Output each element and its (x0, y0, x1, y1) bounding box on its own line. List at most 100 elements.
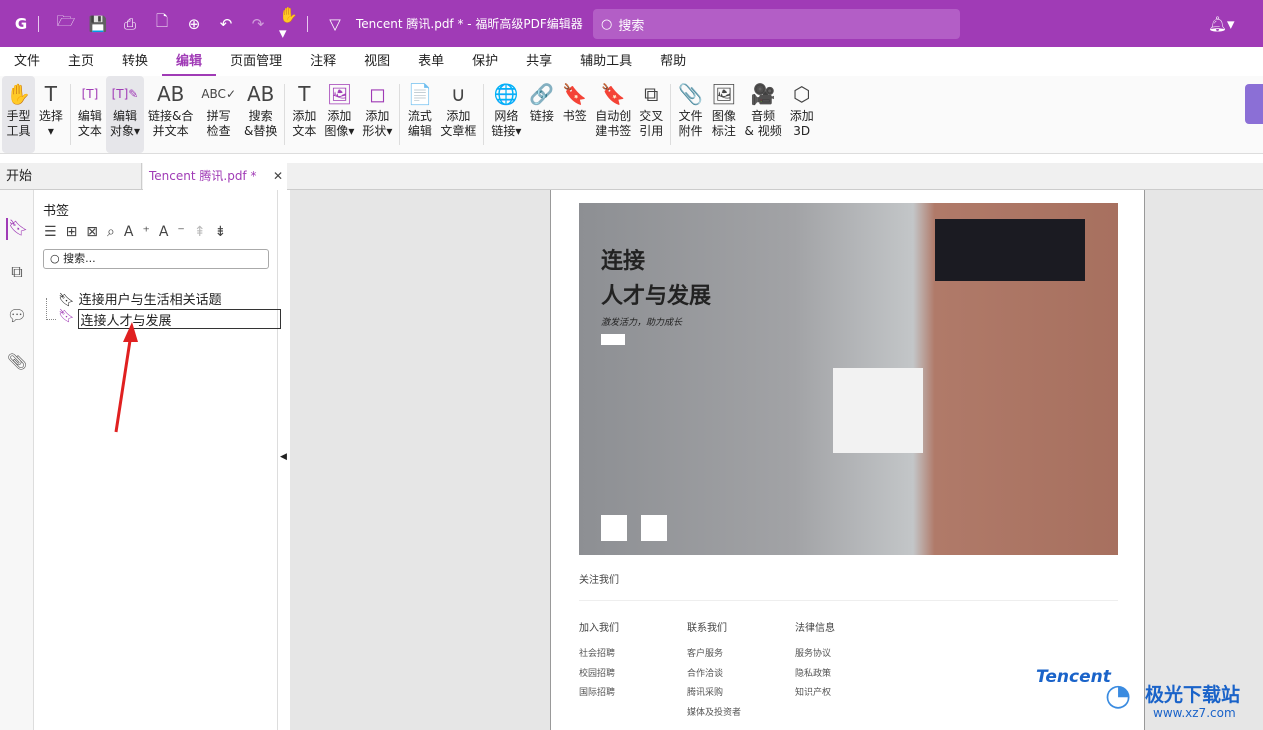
menu-1[interactable]: 主页 (54, 47, 108, 76)
watermark: ◔ 极光下载站 www.xz7.com (1105, 678, 1131, 713)
ribbon-button-17[interactable]: 📎文件附件 (674, 76, 707, 153)
ribbon-label: 搜索 (249, 109, 273, 124)
ribbon-button-4[interactable]: AB链接&合并文本 (144, 76, 197, 153)
open-icon[interactable]: 🗁 (55, 13, 77, 35)
footer-link[interactable]: 合作洽谈 (687, 666, 723, 679)
ribbon-icon-5: ABC✓ (201, 79, 236, 109)
ribbon-button-20[interactable]: ⬡添加3D (786, 76, 818, 153)
menu-7[interactable]: 表单 (404, 47, 458, 76)
ribbon-button-7[interactable]: T添加文本 (288, 76, 320, 153)
search-box[interactable]: ○搜索 (593, 9, 960, 39)
footer-link[interactable]: 隐私政策 (795, 666, 831, 679)
bookmark-search[interactable]: ○ 搜索... (43, 249, 269, 269)
font-increase-icon[interactable]: A⁺ (124, 224, 159, 240)
ribbon-label: 文章框 (440, 124, 476, 139)
hand-dropdown-icon[interactable]: ✋▾ (279, 13, 301, 35)
bell-icon[interactable]: 🔔︎▾ (1208, 15, 1235, 33)
bookmark-item-editing[interactable]: 🔖︎连接人才与发展 (58, 309, 281, 329)
undo-icon[interactable]: ↶ (215, 13, 237, 35)
menu-3[interactable]: 编辑 (162, 47, 216, 76)
ribbon-label: ▾ (48, 124, 54, 139)
footer-link[interactable]: 国际招聘 (579, 685, 615, 698)
ribbon-button-1[interactable]: T选择▾ (35, 76, 67, 153)
ribbon-button-15[interactable]: 🔖自动创建书签 (591, 76, 635, 153)
menu-6[interactable]: 视图 (350, 47, 404, 76)
ribbon-icon-17: 📎 (678, 79, 703, 109)
footer-link[interactable]: 媒体及投资者 (687, 705, 741, 718)
pages-icon[interactable]: ⧉ (6, 262, 28, 284)
ribbon-button-18[interactable]: 🖼图像标注 (707, 76, 740, 153)
ribbon-icon-20: ⬡ (793, 79, 810, 109)
font-decrease-icon[interactable]: A⁻ (159, 224, 194, 240)
side-button[interactable] (1245, 84, 1263, 124)
menu-5[interactable]: 注释 (296, 47, 350, 76)
ribbon-button-2[interactable]: [T]编辑文本 (74, 76, 106, 153)
cover-heading-2: 人才与发展 (601, 278, 711, 310)
red-arrow-annotation (104, 320, 144, 440)
ribbon-button-11[interactable]: ∪添加文章框 (436, 76, 480, 153)
menu-bar: 文件主页转换编辑页面管理注释视图表单保护共享辅助工具帮助 (0, 47, 1263, 76)
menu-11[interactable]: 帮助 (646, 47, 700, 76)
title-bar: G 🗁 💾 ⎙ 🗋 ⊕ ↶ ↷ ✋▾ ▽ Tencent 腾讯.pdf * - … (0, 0, 1263, 47)
ribbon-button-12[interactable]: 🌐网络链接▾ (487, 76, 525, 153)
comments-icon[interactable]: 💬︎ (6, 306, 28, 328)
attachment-icon[interactable]: 📎︎ (6, 352, 28, 374)
ribbon-button-0[interactable]: ✋手型工具 (2, 76, 35, 153)
add-page-icon[interactable]: ⊕ (183, 13, 205, 35)
ribbon-button-14[interactable]: 🔖书签 (558, 76, 591, 153)
ribbon-button-9[interactable]: ◻添加形状▾ (358, 76, 396, 153)
ribbon-label: 形状▾ (362, 124, 392, 139)
cover-photo: 连接 人才与发展 激发活力，助力成长 (579, 203, 1118, 555)
footer-link[interactable]: 知识产权 (795, 685, 831, 698)
delete-bookmark-icon[interactable]: ⊠ (86, 224, 107, 240)
ribbon-label: 添加 (365, 109, 389, 124)
footer-link[interactable]: 社会招聘 (579, 646, 615, 659)
save-icon[interactable]: 💾 (87, 13, 109, 35)
ribbon-label: 链接&合 (148, 109, 193, 124)
bookmark-item[interactable]: 🔖︎ 连接用户与生活相关话题 (58, 289, 222, 308)
ribbon-button-5[interactable]: ABC✓拼写检查 (197, 76, 240, 153)
tab-document[interactable]: Tencent 腾讯.pdf *✕ (143, 163, 287, 190)
ribbon-label: 编辑 (408, 124, 432, 139)
menu-9[interactable]: 共享 (512, 47, 566, 76)
collapse-panel-handle[interactable]: ◀ (280, 452, 287, 462)
customize-icon[interactable]: ▽ (324, 13, 346, 35)
demote-icon[interactable]: ⇟ (215, 224, 236, 240)
promote-icon[interactable]: ⇞ (194, 224, 215, 240)
document-view: 连接 人才与发展 激发活力，助力成长 关注我们 加入我们社会招聘校园招聘国际招聘… (290, 190, 1263, 730)
footer-link[interactable]: 客户服务 (687, 646, 723, 659)
ribbon-label: 文本 (78, 124, 102, 139)
redo-icon[interactable]: ↷ (247, 13, 269, 35)
options-icon[interactable]: ☰ (44, 224, 66, 240)
ribbon-icon-11: ∪ (451, 79, 466, 109)
new-doc-icon[interactable]: 🗋 (151, 13, 173, 35)
menu-2[interactable]: 转换 (108, 47, 162, 76)
footer-link[interactable]: 服务协议 (795, 646, 831, 659)
ribbon-button-16[interactable]: ⧉交叉引用 (635, 76, 667, 153)
tab-start[interactable]: 开始 (0, 163, 142, 190)
menu-10[interactable]: 辅助工具 (566, 47, 646, 76)
close-tab-icon[interactable]: ✕ (273, 163, 283, 190)
footer-link[interactable]: 腾讯采购 (687, 685, 723, 698)
menu-8[interactable]: 保护 (458, 47, 512, 76)
ribbon-button-3[interactable]: [T]✎编辑对象▾ (106, 76, 144, 153)
ribbon-label: 工具 (6, 124, 30, 139)
ribbon-icon-14: 🔖 (562, 79, 587, 109)
ribbon-button-13[interactable]: 🔗链接 (525, 76, 558, 153)
menu-4[interactable]: 页面管理 (216, 47, 296, 76)
footer-link[interactable]: 校园招聘 (579, 666, 615, 679)
menu-0[interactable]: 文件 (0, 47, 54, 76)
ribbon-label: 交叉 (639, 109, 663, 124)
ribbon-label: 对象▾ (110, 124, 140, 139)
bookmark-panel-icon[interactable]: 🔖︎ (6, 218, 28, 240)
find-bookmark-icon[interactable]: ⌕ (107, 224, 124, 240)
ribbon-label: 标注 (712, 124, 736, 139)
bookmark-icon: 🔖︎ (58, 293, 79, 308)
ribbon-button-8[interactable]: 🖼添加图像▾ (320, 76, 358, 153)
add-bookmark-icon[interactable]: ⊞ (66, 224, 87, 240)
print-icon[interactable]: ⎙ (119, 13, 141, 35)
ribbon-button-19[interactable]: 🎥音频& 视频 (741, 76, 786, 153)
ribbon-button-6[interactable]: AB搜索&替换 (240, 76, 281, 153)
ribbon-icon-6: AB (247, 79, 274, 109)
ribbon-button-10[interactable]: 📄流式编辑 (403, 76, 436, 153)
